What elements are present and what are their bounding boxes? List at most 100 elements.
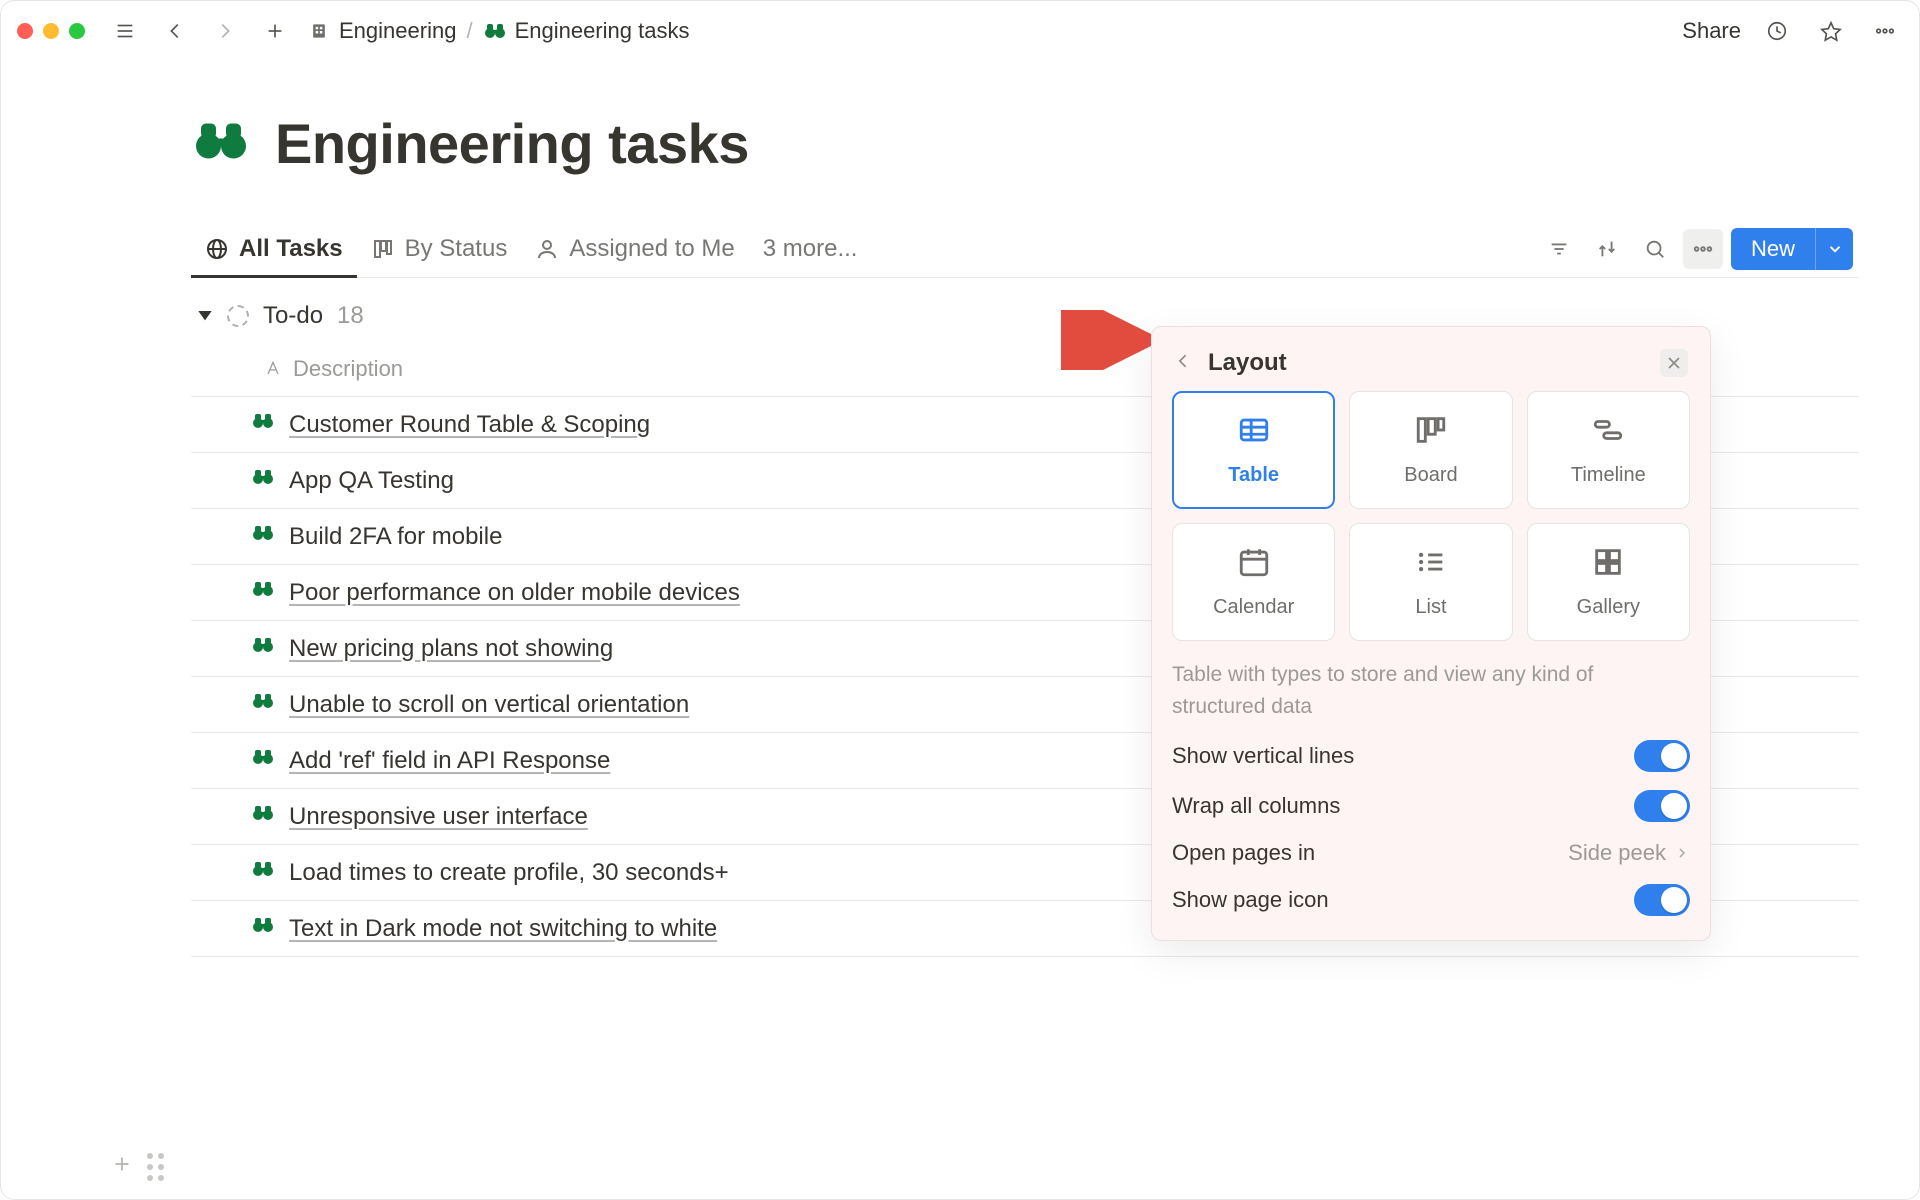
- binoculars-icon: [251, 745, 275, 776]
- option-value: Side peek: [1568, 840, 1666, 866]
- layout-description: Table with types to store and view any k…: [1172, 659, 1690, 722]
- binoculars-icon: [251, 689, 275, 720]
- option-show-page-icon[interactable]: Show page icon: [1172, 884, 1690, 916]
- window-minimize-dot[interactable]: [43, 23, 59, 39]
- search-icon[interactable]: [1635, 229, 1675, 269]
- toggle-on[interactable]: [1634, 790, 1690, 822]
- nav-back-icon[interactable]: [157, 13, 193, 49]
- layout-option-timeline[interactable]: Timeline: [1527, 391, 1690, 509]
- disclosure-triangle-icon[interactable]: [197, 302, 213, 330]
- view-options-icon[interactable]: [1683, 229, 1723, 269]
- row-title: Customer Round Table & Scoping: [289, 411, 650, 439]
- view-tab-label: All Tasks: [239, 235, 343, 263]
- row-title: Build 2FA for mobile: [289, 523, 502, 551]
- view-tab-by-status[interactable]: By Status: [357, 220, 522, 277]
- bottom-left-controls: [111, 1153, 164, 1181]
- binoculars-icon: [251, 465, 275, 496]
- view-bar: All Tasks By Status Assigned to Me 3 mor…: [191, 220, 1859, 278]
- binoculars-icon: [251, 577, 275, 608]
- favorite-star-icon[interactable]: [1813, 13, 1849, 49]
- text-property-icon: [263, 359, 283, 379]
- layout-option-label: Gallery: [1577, 596, 1640, 619]
- option-wrap-columns[interactable]: Wrap all columns: [1172, 790, 1690, 822]
- updates-clock-icon[interactable]: [1759, 13, 1795, 49]
- binoculars-icon: [251, 857, 275, 888]
- page-title[interactable]: Engineering tasks: [275, 111, 749, 176]
- binoculars-icon: [483, 19, 507, 43]
- layout-option-label: Calendar: [1213, 596, 1294, 619]
- row-title: Add 'ref' field in API Response: [289, 747, 610, 775]
- more-menu-icon[interactable]: [1867, 13, 1903, 49]
- view-tab-all-tasks[interactable]: All Tasks: [191, 220, 357, 277]
- timeline-icon: [1591, 413, 1625, 452]
- layout-option-label: Table: [1228, 464, 1279, 487]
- breadcrumb-current-label: Engineering tasks: [515, 18, 690, 44]
- layout-option-gallery[interactable]: Gallery: [1527, 523, 1690, 641]
- layout-option-table[interactable]: Table: [1172, 391, 1335, 509]
- option-show-vertical-lines[interactable]: Show vertical lines: [1172, 740, 1690, 772]
- view-tab-label: By Status: [405, 235, 508, 263]
- column-header-label: Description: [293, 356, 403, 382]
- new-button: New: [1731, 228, 1853, 270]
- globe-icon: [205, 237, 229, 261]
- layout-option-label: Timeline: [1571, 464, 1646, 487]
- option-open-pages-in[interactable]: Open pages in Side peek: [1172, 840, 1690, 866]
- row-title: Poor performance on older mobile devices: [289, 579, 740, 607]
- callout-arrow-icon: [1061, 310, 1151, 375]
- breadcrumb-parent-label: Engineering: [339, 18, 456, 44]
- share-button[interactable]: Share: [1682, 18, 1741, 44]
- binoculars-icon: [251, 409, 275, 440]
- binoculars-icon: [251, 521, 275, 552]
- building-icon: [307, 19, 331, 43]
- breadcrumb-current[interactable]: Engineering tasks: [483, 18, 690, 44]
- filter-icon[interactable]: [1539, 229, 1579, 269]
- page-title-row: Engineering tasks: [191, 111, 1859, 176]
- binoculars-icon: [251, 801, 275, 832]
- layout-option-board[interactable]: Board: [1349, 391, 1512, 509]
- row-title: Unable to scroll on vertical orientation: [289, 691, 689, 719]
- person-icon: [535, 237, 559, 261]
- view-tab-assigned-to-me[interactable]: Assigned to Me: [521, 220, 748, 277]
- gallery-icon: [1591, 545, 1625, 584]
- sidebar-toggle-icon[interactable]: [107, 13, 143, 49]
- sort-icon[interactable]: [1587, 229, 1627, 269]
- toggle-on[interactable]: [1634, 884, 1690, 916]
- binoculars-icon: [251, 913, 275, 944]
- popover-back-icon[interactable]: [1174, 351, 1194, 376]
- view-tabs-more[interactable]: 3 more...: [749, 235, 872, 263]
- new-button-dropdown[interactable]: [1815, 228, 1853, 270]
- row-title: Unresponsive user interface: [289, 803, 588, 831]
- drag-handle-icon[interactable]: [147, 1153, 164, 1181]
- nav-forward-icon[interactable]: [207, 13, 243, 49]
- option-label: Open pages in: [1172, 840, 1315, 866]
- new-button-label[interactable]: New: [1731, 236, 1815, 262]
- group-name: To-do: [263, 302, 323, 330]
- row-title: Load times to create profile, 30 seconds…: [289, 859, 729, 887]
- popover-title: Layout: [1208, 349, 1646, 377]
- layout-option-list[interactable]: List: [1349, 523, 1512, 641]
- breadcrumb-parent[interactable]: Engineering: [307, 18, 456, 44]
- row-title: New pricing plans not showing: [289, 635, 613, 663]
- toggle-on[interactable]: [1634, 740, 1690, 772]
- popover-close-icon[interactable]: [1660, 349, 1688, 377]
- window-zoom-dot[interactable]: [69, 23, 85, 39]
- row-title: App QA Testing: [289, 467, 454, 495]
- window-traffic-lights: [17, 23, 85, 39]
- board-icon: [1414, 413, 1448, 452]
- add-row-icon[interactable]: [111, 1153, 133, 1181]
- table-icon: [1237, 413, 1271, 452]
- window-close-dot[interactable]: [17, 23, 33, 39]
- binoculars-icon: [251, 633, 275, 664]
- option-label: Wrap all columns: [1172, 793, 1340, 819]
- board-icon: [371, 237, 395, 261]
- new-page-icon[interactable]: [257, 13, 293, 49]
- page-icon-binoculars[interactable]: [191, 111, 251, 176]
- layout-option-calendar[interactable]: Calendar: [1172, 523, 1335, 641]
- calendar-icon: [1237, 545, 1271, 584]
- chevron-right-icon: [1674, 845, 1690, 861]
- layout-option-label: Board: [1404, 464, 1457, 487]
- row-title: Text in Dark mode not switching to white: [289, 915, 717, 943]
- status-todo-icon: [227, 305, 249, 327]
- view-tab-label: Assigned to Me: [569, 235, 734, 263]
- option-label: Show vertical lines: [1172, 743, 1354, 769]
